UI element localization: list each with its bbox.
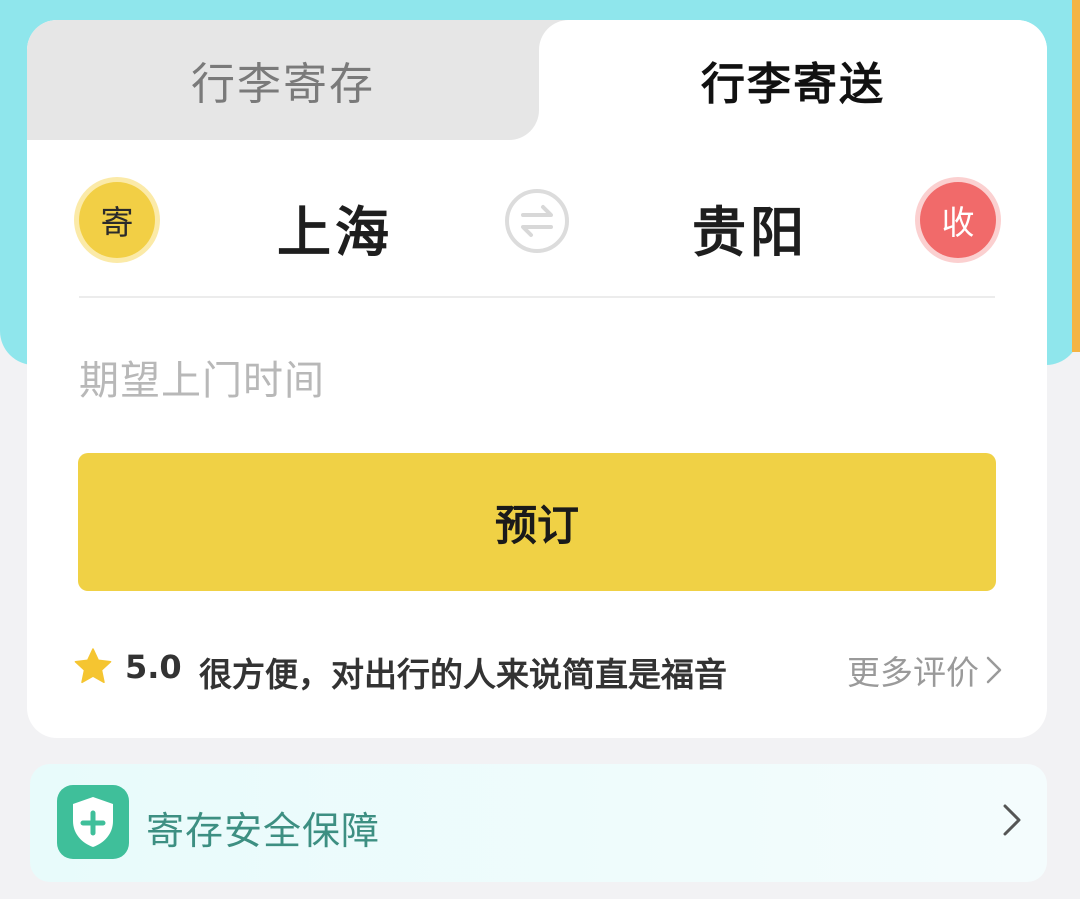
star-icon bbox=[74, 648, 112, 684]
tab-luggage-storage[interactable]: 行李寄存 bbox=[27, 20, 569, 140]
route-selector: 寄 上海 贵阳 收 bbox=[27, 170, 1047, 280]
service-tabs: 行李寄存 行李寄送 bbox=[27, 20, 1047, 140]
shield-plus-icon bbox=[57, 785, 129, 859]
chevron-right-icon bbox=[1003, 804, 1021, 836]
banner-edge-accent bbox=[1072, 0, 1080, 352]
receive-badge: 收 bbox=[920, 182, 996, 258]
divider bbox=[79, 296, 995, 298]
more-reviews-label: 更多评价 bbox=[847, 653, 979, 692]
chevron-right-icon bbox=[986, 656, 1002, 684]
origin-city[interactable]: 上海 bbox=[277, 188, 393, 267]
more-reviews-link[interactable]: 更多评价 bbox=[847, 646, 1003, 694]
booking-card: 行李寄存 行李寄送 寄 上海 贵阳 收 期望上门时间 预订 5.0 很方便，对出… bbox=[27, 20, 1047, 738]
review-text: 很方便，对出行的人来说简直是福音 bbox=[199, 655, 727, 694]
destination-city[interactable]: 贵阳 bbox=[692, 188, 808, 267]
send-badge: 寄 bbox=[79, 182, 155, 258]
storage-safety-guarantee[interactable]: 寄存安全保障 bbox=[30, 764, 1047, 882]
swap-arrows-icon[interactable] bbox=[505, 189, 569, 253]
review-row: 5.0 很方便，对出行的人来说简直是福音 更多评价 bbox=[73, 640, 1003, 696]
book-button[interactable]: 预订 bbox=[78, 453, 996, 591]
pickup-time-field[interactable]: 期望上门时间 bbox=[79, 348, 679, 408]
safety-label: 寄存安全保障 bbox=[146, 809, 381, 853]
tab-luggage-delivery[interactable]: 行李寄送 bbox=[539, 20, 1047, 140]
page: 行李寄存 行李寄送 寄 上海 贵阳 收 期望上门时间 预订 5.0 很方便，对出… bbox=[0, 0, 1080, 899]
rating-score: 5.0 bbox=[125, 648, 182, 686]
